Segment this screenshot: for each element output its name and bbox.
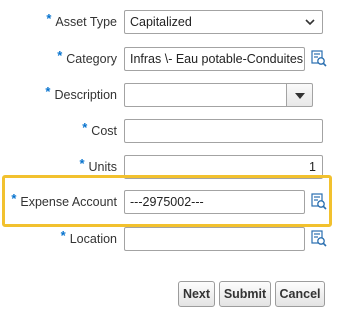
location-label: * Location: [60, 228, 117, 246]
expense-account-value: ---2975002---: [130, 195, 204, 209]
units-row: * Units 1: [0, 155, 344, 179]
asset-type-row: * Asset Type Capitalized: [0, 10, 344, 34]
cost-label: * Cost: [82, 120, 117, 138]
description-label: * Description: [45, 84, 117, 102]
asset-type-value: Capitalized: [130, 15, 192, 29]
dropdown-triangle-icon: [295, 93, 305, 99]
required-marker: *: [82, 120, 88, 135]
description-input[interactable]: [124, 83, 287, 107]
submit-button[interactable]: Submit: [219, 281, 271, 307]
required-marker: *: [57, 48, 63, 63]
search-list-icon[interactable]: [311, 230, 327, 248]
required-marker: *: [79, 156, 85, 171]
search-list-icon[interactable]: [311, 50, 327, 68]
category-value: Infras \- Eau potable-Conduites: [130, 52, 304, 66]
asset-type-label: * Asset Type: [46, 11, 117, 29]
cancel-button[interactable]: Cancel: [275, 281, 325, 307]
required-marker: *: [45, 84, 51, 99]
search-list-icon[interactable]: [311, 193, 327, 211]
required-marker: *: [60, 228, 66, 243]
description-row: * Description: [0, 83, 344, 107]
required-marker: *: [46, 11, 52, 26]
cost-input[interactable]: [124, 119, 323, 143]
description-dropdown-button[interactable]: [286, 83, 313, 107]
location-input[interactable]: [124, 227, 305, 251]
expense-account-input[interactable]: ---2975002---: [124, 190, 305, 214]
chevron-down-icon: [305, 19, 315, 26]
units-value: 1: [309, 160, 316, 174]
units-label: * Units: [79, 156, 117, 174]
category-input[interactable]: Infras \- Eau potable-Conduites: [124, 47, 305, 71]
expense-account-label: * Expense Account: [11, 191, 117, 209]
asset-type-select[interactable]: Capitalized: [124, 10, 323, 34]
category-label: * Category: [57, 48, 117, 66]
location-row: * Location: [0, 227, 344, 251]
required-marker: *: [11, 191, 17, 206]
next-button[interactable]: Next: [178, 281, 215, 307]
units-input[interactable]: 1: [124, 155, 323, 179]
cost-row: * Cost: [0, 119, 344, 143]
expense-account-row: * Expense Account ---2975002---: [0, 190, 344, 214]
category-row: * Category Infras \- Eau potable-Conduite…: [0, 47, 344, 71]
